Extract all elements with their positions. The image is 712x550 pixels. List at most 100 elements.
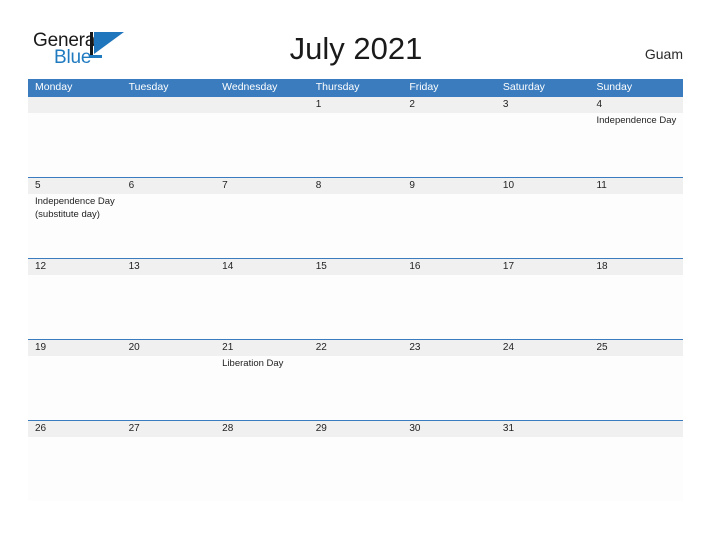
day-number[interactable]: 11 bbox=[589, 178, 683, 194]
weekday-header-row: Monday Tuesday Wednesday Thursday Friday… bbox=[28, 79, 683, 96]
day-events: Independence Day bbox=[589, 113, 683, 177]
day-events: Independence Day (substitute day) bbox=[28, 194, 122, 258]
day-events bbox=[589, 194, 683, 258]
day-events bbox=[589, 437, 683, 501]
day-number[interactable]: 21 bbox=[215, 340, 309, 356]
day-events bbox=[28, 275, 122, 339]
week-date-band: 5 6 7 8 9 10 11 bbox=[28, 178, 683, 194]
day-number[interactable]: 1 bbox=[309, 97, 403, 113]
weekday-header-monday: Monday bbox=[35, 81, 73, 93]
day-events bbox=[122, 356, 216, 420]
day-number[interactable]: 19 bbox=[28, 340, 122, 356]
week-date-band: 1 2 3 4 bbox=[28, 97, 683, 113]
day-events bbox=[402, 275, 496, 339]
day-events bbox=[309, 113, 403, 177]
week-event-band bbox=[28, 275, 683, 339]
day-events bbox=[309, 437, 403, 501]
day-events bbox=[215, 275, 309, 339]
calendar-grid: Monday Tuesday Wednesday Thursday Friday… bbox=[28, 79, 683, 501]
page-title: July 2021 bbox=[289, 31, 423, 66]
week-event-band: Liberation Day bbox=[28, 356, 683, 420]
day-number[interactable]: 9 bbox=[402, 178, 496, 194]
day-number[interactable]: 4 bbox=[589, 97, 683, 113]
event-label: Liberation Day bbox=[222, 358, 284, 369]
day-events bbox=[215, 437, 309, 501]
weekday-header-tuesday: Tuesday bbox=[128, 81, 169, 93]
day-events bbox=[309, 275, 403, 339]
week-date-band: 19 20 21 22 23 24 25 bbox=[28, 340, 683, 356]
day-number[interactable]: 26 bbox=[28, 421, 122, 437]
day-number[interactable]: 13 bbox=[122, 259, 216, 275]
event-label: (substitute day) bbox=[35, 209, 100, 220]
day-number[interactable]: 24 bbox=[496, 340, 590, 356]
day-number[interactable]: 6 bbox=[122, 178, 216, 194]
weekday-header-wednesday: Wednesday bbox=[222, 81, 278, 93]
day-events bbox=[122, 437, 216, 501]
week-date-band: 12 13 14 15 16 17 18 bbox=[28, 259, 683, 275]
week-row: 26 27 28 29 30 31 bbox=[28, 420, 683, 501]
day-events bbox=[589, 356, 683, 420]
day-number[interactable]: 28 bbox=[215, 421, 309, 437]
day-number[interactable]: 14 bbox=[215, 259, 309, 275]
day-number[interactable] bbox=[122, 97, 216, 113]
weekday-header-thursday: Thursday bbox=[315, 81, 360, 93]
day-events bbox=[496, 356, 590, 420]
day-number[interactable]: 2 bbox=[402, 97, 496, 113]
day-number[interactable]: 31 bbox=[496, 421, 590, 437]
day-number[interactable]: 17 bbox=[496, 259, 590, 275]
weekday-header-saturday: Saturday bbox=[502, 81, 545, 93]
event-label: Independence Day bbox=[35, 196, 115, 207]
day-events bbox=[309, 356, 403, 420]
day-number[interactable]: 29 bbox=[309, 421, 403, 437]
day-number[interactable]: 23 bbox=[402, 340, 496, 356]
event-label: Independence Day bbox=[596, 115, 677, 126]
day-events bbox=[496, 113, 590, 177]
day-events bbox=[496, 194, 590, 258]
week-row: 5 6 7 8 9 10 11 Independence Day (substit… bbox=[28, 177, 683, 258]
day-number[interactable]: 8 bbox=[309, 178, 403, 194]
page-header: General Blue July 2021 Guam bbox=[0, 0, 712, 78]
day-events bbox=[215, 113, 309, 177]
day-number[interactable]: 12 bbox=[28, 259, 122, 275]
day-number[interactable]: 25 bbox=[589, 340, 683, 356]
day-number[interactable] bbox=[589, 421, 683, 437]
weekday-header-sunday: Sunday bbox=[596, 81, 633, 93]
day-number[interactable] bbox=[28, 97, 122, 113]
weekday-header-friday: Friday bbox=[409, 81, 439, 93]
day-number[interactable]: 5 bbox=[28, 178, 122, 194]
day-events bbox=[28, 113, 122, 177]
week-row: 12 13 14 15 16 17 18 bbox=[28, 258, 683, 339]
week-event-band bbox=[28, 437, 683, 501]
day-events bbox=[215, 194, 309, 258]
day-events bbox=[402, 113, 496, 177]
day-number[interactable]: 3 bbox=[496, 97, 590, 113]
day-number[interactable]: 16 bbox=[402, 259, 496, 275]
day-events bbox=[589, 275, 683, 339]
day-number[interactable]: 27 bbox=[122, 421, 216, 437]
day-number[interactable]: 22 bbox=[309, 340, 403, 356]
day-events bbox=[402, 194, 496, 258]
day-events: Liberation Day bbox=[215, 356, 309, 420]
day-number[interactable]: 10 bbox=[496, 178, 590, 194]
day-number[interactable]: 15 bbox=[309, 259, 403, 275]
day-number[interactable]: 18 bbox=[589, 259, 683, 275]
region-label: Guam bbox=[644, 46, 683, 62]
week-date-band: 26 27 28 29 30 31 bbox=[28, 421, 683, 437]
week-row: 1 2 3 4 Independence Day bbox=[28, 96, 683, 177]
day-number[interactable] bbox=[215, 97, 309, 113]
week-event-band: Independence Day bbox=[28, 113, 683, 177]
day-events bbox=[402, 356, 496, 420]
day-events bbox=[122, 194, 216, 258]
day-events bbox=[496, 275, 590, 339]
week-row: 19 20 21 22 23 24 25 Liberation Day bbox=[28, 339, 683, 420]
day-number[interactable]: 20 bbox=[122, 340, 216, 356]
day-events bbox=[402, 437, 496, 501]
day-events bbox=[122, 275, 216, 339]
day-events bbox=[28, 437, 122, 501]
day-number[interactable]: 30 bbox=[402, 421, 496, 437]
day-number[interactable]: 7 bbox=[215, 178, 309, 194]
calendar-page: General Blue July 2021 Guam Monday Tuesd… bbox=[0, 0, 712, 550]
day-events bbox=[309, 194, 403, 258]
day-events bbox=[496, 437, 590, 501]
week-event-band: Independence Day (substitute day) bbox=[28, 194, 683, 258]
